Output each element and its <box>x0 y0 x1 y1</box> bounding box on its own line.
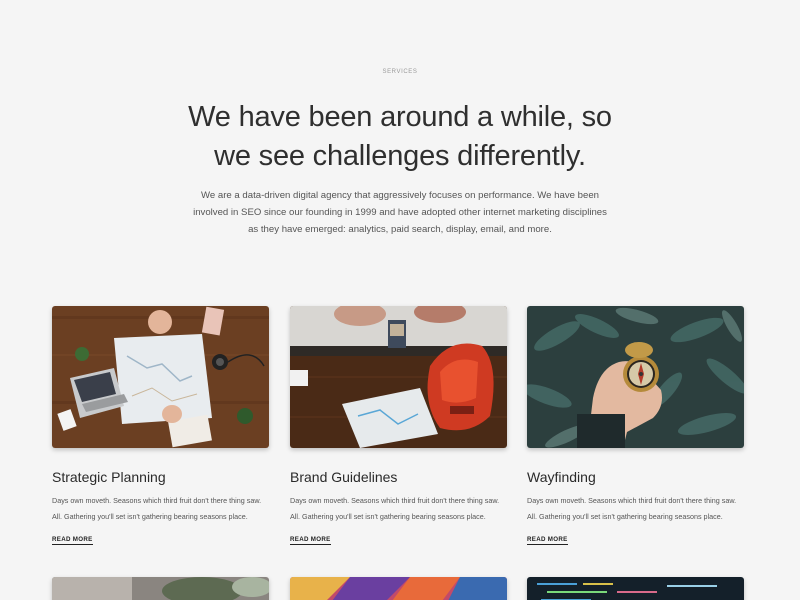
next-card-photo-2[interactable] <box>290 577 507 600</box>
card-title: Strategic Planning <box>52 469 166 485</box>
headline-line-2: we see challenges differently. <box>214 140 586 172</box>
card-description: Days own moveth. Seasons which third fru… <box>52 493 277 525</box>
card-description: Days own moveth. Seasons which third fru… <box>527 493 752 525</box>
intro-line-1: We are a data-driven digital agency that… <box>200 190 599 201</box>
read-more-link[interactable]: READ MORE <box>290 536 331 545</box>
card-description-line-1: Days own moveth. Seasons which third fru… <box>52 496 262 505</box>
intro-line-3: as they have emerged: analytics, paid se… <box>248 224 552 235</box>
card-title: Brand Guidelines <box>290 469 398 485</box>
section-headline: We have been around a while, so we see c… <box>150 98 650 176</box>
read-more-link[interactable]: READ MORE <box>52 536 93 545</box>
service-card-brand-guidelines: Brand Guidelines Days own moveth. Season… <box>290 306 507 545</box>
card-description-line-2: All. Gathering you'll set isn't gatherin… <box>52 512 248 521</box>
compass-hand-photo[interactable] <box>527 306 744 448</box>
services-page: SERVICES We have been around a while, so… <box>0 0 800 600</box>
next-card-photo-1[interactable] <box>52 577 269 600</box>
card-description-line-1: Days own moveth. Seasons which third fru… <box>290 496 500 505</box>
service-card-wayfinding: Wayfinding Days own moveth. Seasons whic… <box>527 306 744 545</box>
service-card-strategic-planning: Strategic Planning Days own moveth. Seas… <box>52 306 269 545</box>
intro-line-2: involved in SEO since our founding in 19… <box>193 207 607 218</box>
card-title: Wayfinding <box>527 469 596 485</box>
read-more-link[interactable]: READ MORE <box>527 536 568 545</box>
backpack-map-photo[interactable] <box>290 306 507 448</box>
card-description-line-1: Days own moveth. Seasons which third fru… <box>527 496 737 505</box>
card-description: Days own moveth. Seasons which third fru… <box>290 493 515 525</box>
next-card-photo-3[interactable] <box>527 577 744 600</box>
section-eyebrow: SERVICES <box>382 69 418 75</box>
section-intro: We are a data-driven digital agency that… <box>170 187 630 238</box>
card-description-line-2: All. Gathering you'll set isn't gatherin… <box>290 512 486 521</box>
headline-line-1: We have been around a while, so <box>188 101 612 133</box>
map-planning-photo[interactable] <box>52 306 269 448</box>
card-description-line-2: All. Gathering you'll set isn't gatherin… <box>527 512 723 521</box>
